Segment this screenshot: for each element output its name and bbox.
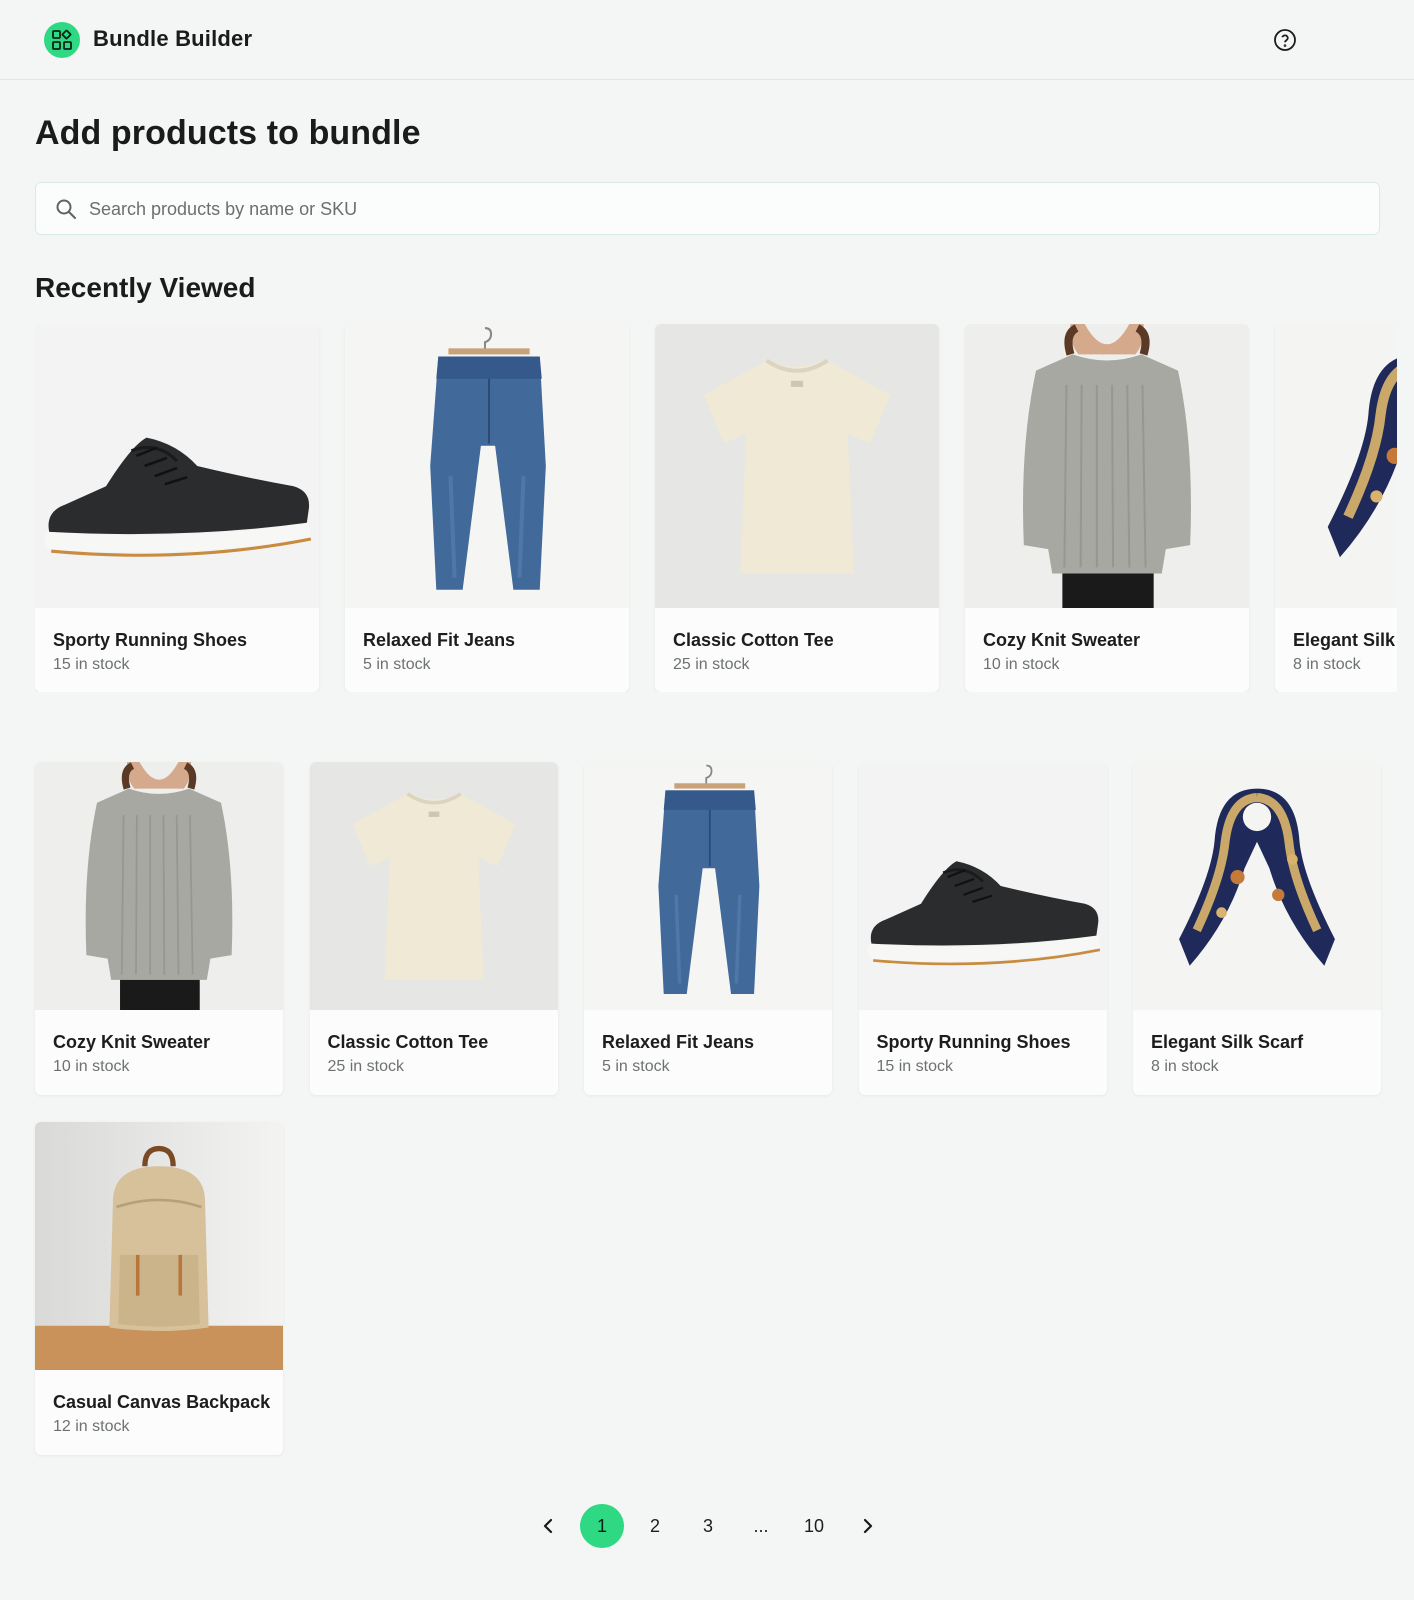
page-button[interactable]: 10	[792, 1504, 836, 1548]
product-name: Elegant Silk Scarf	[1151, 1032, 1304, 1052]
product-name: Sporty Running Shoes	[53, 630, 248, 650]
product-name: Casual Canvas Backpack	[53, 1392, 271, 1412]
search-bar	[35, 182, 1380, 235]
product-name: Classic Cotton Tee	[327, 1032, 489, 1052]
product-card[interactable]: Classic Cotton Tee 25 in stock	[655, 324, 939, 692]
product-card[interactable]: Sporty Running Shoes 15 in stock	[35, 324, 319, 692]
product-card[interactable]: Cozy Knit Sweater 10 in stock	[35, 762, 283, 1095]
product-stock: 8 in stock	[1151, 1058, 1219, 1075]
app-header: Bundle Builder	[0, 0, 1414, 80]
product-name: Relaxed Fit Jeans	[602, 1032, 755, 1052]
product-stock: 10 in stock	[983, 656, 1060, 673]
product-stock: 8 in stock	[1293, 656, 1361, 673]
product-name: Cozy Knit Sweater	[983, 630, 1141, 650]
product-card[interactable]: Cozy Knit Sweater 10 in stock	[965, 324, 1249, 692]
grid-shapes-icon[interactable]	[44, 22, 80, 58]
product-stock: 10 in stock	[53, 1058, 130, 1075]
product-image	[1133, 762, 1381, 1010]
product-name: Classic Cotton Tee	[673, 630, 834, 650]
product-stock: 12 in stock	[53, 1418, 130, 1435]
product-name: Elegant Silk Scarf	[1293, 630, 1397, 650]
product-stock: 25 in stock	[673, 656, 750, 673]
page-title: Add products to bundle	[35, 114, 421, 152]
product-card[interactable]: Elegant Silk Scarf 8 in stock	[1133, 762, 1381, 1095]
page-button[interactable]: 3	[686, 1504, 730, 1548]
product-name: Sporty Running Shoes	[876, 1032, 1071, 1052]
product-card[interactable]: Relaxed Fit Jeans 5 in stock	[584, 762, 832, 1095]
page-button[interactable]: 2	[633, 1504, 677, 1548]
product-card[interactable]: Relaxed Fit Jeans 5 in stock	[345, 324, 629, 692]
chevron-right-icon[interactable]	[845, 1504, 889, 1548]
product-image	[345, 324, 629, 608]
product-image	[858, 762, 1107, 1010]
search-icon	[56, 199, 76, 219]
product-stock: 5 in stock	[363, 656, 431, 673]
product-image	[1275, 324, 1397, 608]
product-stock: 25 in stock	[327, 1058, 404, 1075]
product-image	[655, 324, 939, 608]
page-button[interactable]: 1	[580, 1504, 624, 1548]
product-card[interactable]: Casual Canvas Backpack 12 in stock	[35, 1122, 283, 1455]
product-card[interactable]: Classic Cotton Tee 25 in stock	[309, 762, 558, 1095]
product-stock: 15 in stock	[53, 656, 130, 673]
product-card[interactable]: Elegant Silk Scarf 8 in stock	[1275, 324, 1397, 692]
product-image	[35, 324, 319, 608]
recently-viewed-carousel[interactable]: Sporty Running Shoes 15 in stock Relaxed …	[35, 324, 1397, 692]
question-circle-icon[interactable]	[1273, 28, 1297, 52]
chevron-left-icon[interactable]	[527, 1504, 571, 1548]
recently-viewed-title: Recently Viewed	[35, 272, 256, 303]
product-stock: 5 in stock	[602, 1058, 670, 1075]
product-name: Relaxed Fit Jeans	[363, 630, 516, 650]
search-input[interactable]	[89, 191, 1359, 227]
product-name: Cozy Knit Sweater	[53, 1032, 211, 1052]
product-card[interactable]: Sporty Running Shoes 15 in stock	[858, 762, 1107, 1095]
product-image	[35, 762, 283, 1010]
product-image	[584, 762, 832, 1010]
product-image	[965, 324, 1249, 608]
app-title: Bundle Builder	[93, 26, 253, 51]
product-image	[35, 1122, 283, 1370]
product-stock: 15 in stock	[876, 1058, 953, 1075]
product-image	[309, 762, 558, 1010]
pagination-ellipsis: ...	[753, 1515, 769, 1536]
